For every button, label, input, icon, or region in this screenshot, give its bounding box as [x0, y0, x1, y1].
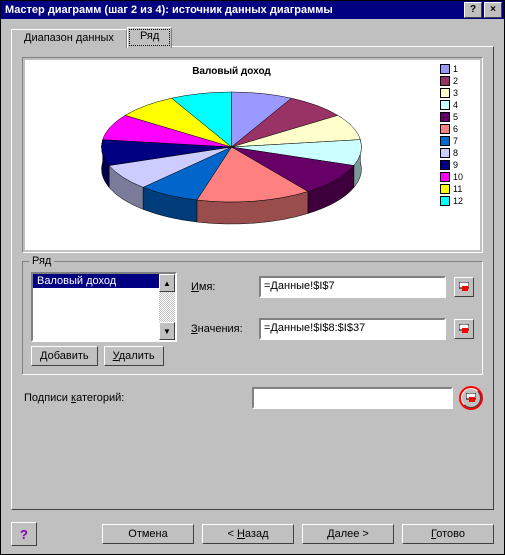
category-range-select-button[interactable]: [461, 388, 481, 408]
tab-series[interactable]: Ряд: [127, 27, 172, 48]
chart-area: Валовый доход: [25, 60, 438, 250]
tabs: Диапазон данных Ряд: [11, 27, 494, 47]
back-button[interactable]: < Назад: [202, 524, 294, 544]
scroll-down-icon[interactable]: ▼: [159, 322, 175, 340]
values-input[interactable]: =Данные!$I$8:$I$37: [259, 318, 446, 340]
category-labels-label: Подписи категорий:: [24, 392, 246, 404]
cancel-button[interactable]: Отмена: [102, 524, 194, 544]
legend-item: 5: [440, 112, 478, 122]
chart-preview-frame: Валовый доход 123456789101112: [22, 57, 483, 253]
legend-item: 9: [440, 160, 478, 170]
category-labels-input[interactable]: [252, 387, 453, 409]
series-list-inner: Валовый доход: [33, 274, 159, 340]
help-titlebar-button[interactable]: ?: [464, 2, 482, 18]
next-button[interactable]: Далее >: [302, 524, 394, 544]
chart-title: Валовый доход: [192, 66, 271, 77]
window-title: Мастер диаграмм (шаг 2 из 4): источник д…: [3, 4, 462, 16]
legend-item: 2: [440, 76, 478, 86]
legend-item: 4: [440, 100, 478, 110]
values-range-select-button[interactable]: [454, 319, 474, 339]
close-button[interactable]: ×: [484, 2, 502, 18]
titlebar: Мастер диаграмм (шаг 2 из 4): источник д…: [1, 1, 504, 19]
name-range-select-button[interactable]: [454, 277, 474, 297]
footer-buttons: ? Отмена < Назад Далее > Готово: [1, 516, 504, 554]
legend-item: 10: [440, 172, 478, 182]
listbox-scrollbar[interactable]: ▲ ▼: [159, 274, 175, 340]
name-input[interactable]: =Данные!$I$7: [259, 276, 446, 298]
help-button[interactable]: ?: [11, 522, 37, 546]
legend-item: 11: [440, 184, 478, 194]
add-series-button[interactable]: Добавить: [31, 346, 98, 366]
pie-chart-icon: [29, 77, 434, 227]
chart-legend: 123456789101112: [438, 60, 480, 250]
scroll-up-icon[interactable]: ▲: [159, 274, 175, 292]
client-area: Диапазон данных Ряд Валовый доход 123456…: [1, 19, 504, 516]
name-label: Имя:: [191, 281, 253, 293]
values-label: Значения:: [191, 323, 253, 335]
remove-series-button[interactable]: Удалить: [104, 346, 164, 366]
category-labels-row: Подписи категорий:: [22, 383, 483, 409]
legend-item: 6: [440, 124, 478, 134]
legend-item: 8: [440, 148, 478, 158]
tab-panel-series: Валовый доход 123456789101112 Ряд Валовы…: [11, 46, 494, 510]
chart-wizard-window: Мастер диаграмм (шаг 2 из 4): источник д…: [0, 0, 505, 555]
series-group: Ряд Валовый доход ▲ ▼ Добавить Удалит: [22, 261, 483, 375]
legend-item: 3: [440, 88, 478, 98]
legend-item: 7: [440, 136, 478, 146]
list-item[interactable]: Валовый доход: [33, 274, 159, 288]
tab-data-range[interactable]: Диапазон данных: [11, 29, 127, 48]
finish-button[interactable]: Готово: [402, 524, 494, 544]
legend-item: 12: [440, 196, 478, 206]
chart-preview: Валовый доход 123456789101112: [25, 60, 480, 250]
series-group-label: Ряд: [29, 255, 54, 267]
series-listbox[interactable]: Валовый доход ▲ ▼: [31, 272, 177, 342]
legend-item: 1: [440, 64, 478, 74]
